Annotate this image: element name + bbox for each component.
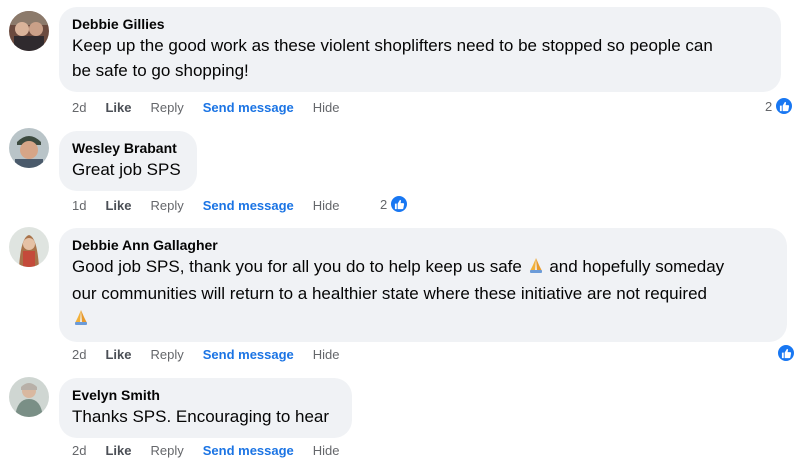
reaction-summary[interactable] (776, 343, 794, 363)
send-message-button[interactable]: Send message (203, 198, 294, 214)
send-message-button[interactable]: Send message (203, 100, 294, 116)
reaction-summary[interactable]: 2 (765, 96, 794, 116)
like-button[interactable]: Like (105, 100, 131, 116)
comment-text: be safe to go shopping! (72, 61, 249, 80)
comment-text: Great job SPS (72, 160, 181, 179)
comment-author[interactable]: Evelyn Smith (72, 386, 339, 404)
comment-author[interactable]: Wesley Brabant (72, 139, 184, 157)
reaction-count: 2 (380, 196, 388, 212)
folded-hands-icon (72, 308, 90, 333)
like-icon (389, 194, 410, 214)
comment-time[interactable]: 2d (72, 100, 86, 116)
comment-bubble: Evelyn Smith Thanks SPS. Encouraging to … (59, 378, 352, 438)
reply-button[interactable]: Reply (150, 347, 183, 363)
avatar[interactable] (9, 11, 49, 51)
hide-button[interactable]: Hide (313, 198, 340, 214)
comment-bubble: Wesley Brabant Great job SPS (59, 131, 197, 191)
reaction-count: 2 (765, 98, 773, 114)
like-icon (776, 343, 794, 363)
comment-actions: 2d Like Reply Send message Hide (72, 443, 359, 459)
reaction-summary[interactable]: 2 (380, 194, 410, 214)
hide-button[interactable]: Hide (313, 100, 340, 116)
comment-text: Good job SPS, thank you for all you do t… (72, 254, 774, 281)
comment-time[interactable]: 1d (72, 198, 86, 214)
like-button[interactable]: Like (105, 347, 131, 363)
send-message-button[interactable]: Send message (203, 347, 294, 363)
folded-hands-icon (527, 256, 545, 281)
comment-actions: 2d Like Reply Send message Hide (72, 347, 359, 363)
like-button[interactable]: Like (105, 198, 131, 214)
comment-text-part: Good job SPS, thank you for all you do t… (72, 257, 522, 276)
comment-bubble: Debbie Ann Gallagher Good job SPS, thank… (59, 228, 787, 342)
reply-button[interactable]: Reply (150, 443, 183, 459)
like-button[interactable]: Like (105, 443, 131, 459)
comment-actions: 1d Like Reply Send message Hide (72, 198, 359, 214)
hide-button[interactable]: Hide (313, 443, 340, 459)
comment-time[interactable]: 2d (72, 443, 86, 459)
comment-text-part: and hopefully someday (549, 257, 725, 276)
comment-bubble: Debbie Gillies Keep up the good work as … (59, 7, 781, 92)
hide-button[interactable]: Hide (313, 347, 340, 363)
avatar[interactable] (9, 227, 49, 267)
comment-author[interactable]: Debbie Gillies (72, 15, 768, 33)
comment-text: Thanks SPS. Encouraging to hear (72, 407, 330, 426)
comment-time[interactable]: 2d (72, 347, 86, 363)
avatar[interactable] (9, 377, 49, 417)
reply-button[interactable]: Reply (150, 198, 183, 214)
comment-author[interactable]: Debbie Ann Gallagher (72, 236, 774, 254)
comment-text: our communities will return to a healthi… (72, 284, 707, 303)
avatar[interactable] (9, 128, 49, 168)
comment-text (72, 306, 774, 333)
like-icon (774, 96, 794, 116)
reply-button[interactable]: Reply (150, 100, 183, 116)
send-message-button[interactable]: Send message (203, 443, 294, 459)
comment-text: Keep up the good work as these violent s… (72, 36, 713, 55)
comment-actions: 2d Like Reply Send message Hide (72, 100, 359, 116)
